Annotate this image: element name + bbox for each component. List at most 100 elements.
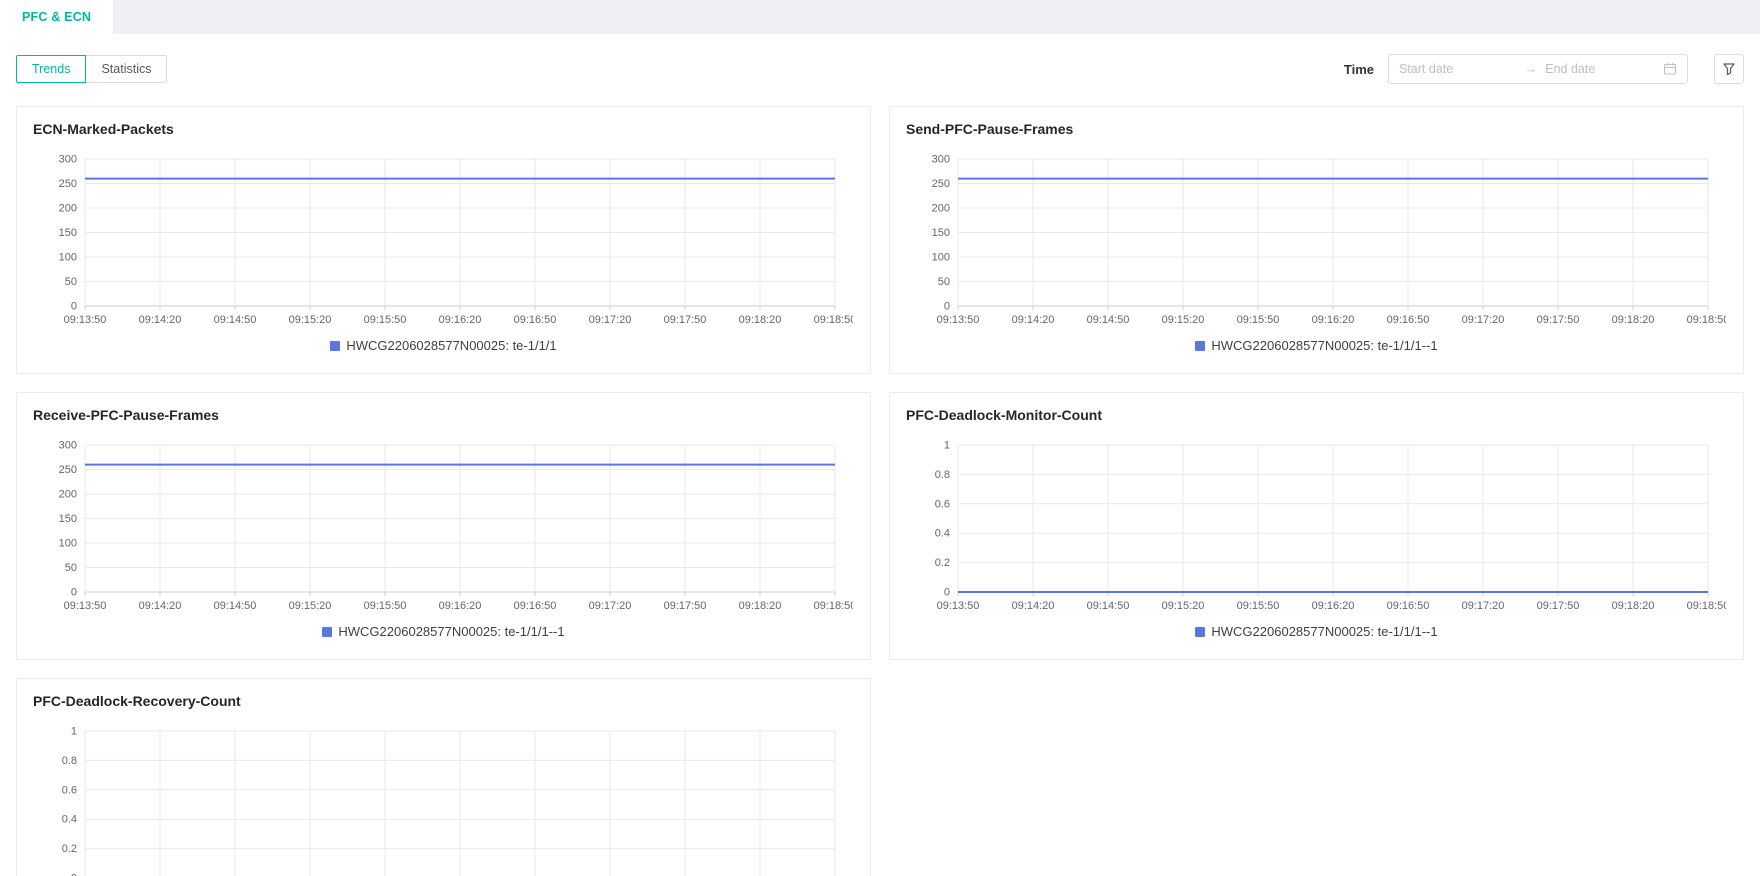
legend-item[interactable]: HWCG2206028577N00025: te-1/1/1--1 (322, 624, 565, 639)
svg-text:0.6: 0.6 (935, 498, 950, 510)
svg-text:300: 300 (59, 440, 77, 452)
trends-button[interactable]: Trends (16, 55, 87, 83)
svg-text:09:15:50: 09:15:50 (1237, 600, 1280, 612)
toolbar: Trends Statistics Time Start date → End … (16, 54, 1744, 84)
svg-text:0.2: 0.2 (935, 557, 950, 569)
legend-swatch-icon (330, 340, 341, 351)
svg-text:09:14:50: 09:14:50 (214, 600, 257, 612)
svg-text:0: 0 (944, 301, 950, 313)
chart-card: Receive-PFC-Pause-Frames 0 50 100 150 200 250… (16, 392, 871, 660)
svg-text:09:14:50: 09:14:50 (1087, 314, 1130, 326)
chart-plot[interactable]: 0 50 100 150 200 250 300 09:13:50 09:14:20 09:14:… (33, 435, 854, 620)
svg-text:09:16:20: 09:16:20 (1312, 600, 1355, 612)
svg-text:0: 0 (944, 587, 950, 599)
chart-legend: HWCG2206028577N00025: te-1/1/1 (33, 338, 854, 353)
svg-text:09:18:20: 09:18:20 (739, 600, 782, 612)
svg-text:200: 200 (59, 489, 77, 501)
statistics-button[interactable]: Statistics (85, 55, 168, 83)
funnel-icon (1723, 63, 1735, 76)
start-date-input[interactable]: Start date (1399, 62, 1517, 76)
svg-text:09:16:20: 09:16:20 (439, 600, 482, 612)
svg-text:09:18:50: 09:18:50 (1687, 600, 1726, 612)
svg-text:09:17:50: 09:17:50 (664, 600, 707, 612)
legend-label: HWCG2206028577N00025: te-1/1/1--1 (1211, 338, 1438, 353)
chart-legend: HWCG2206028577N00025: te-1/1/1--1 (906, 338, 1727, 353)
date-range-picker[interactable]: Start date → End date (1388, 54, 1688, 84)
svg-text:0.8: 0.8 (935, 469, 950, 481)
svg-text:150: 150 (932, 227, 950, 239)
svg-text:09:18:50: 09:18:50 (814, 600, 853, 612)
chart-title: PFC-Deadlock-Recovery-Count (33, 693, 241, 709)
tab-pfc-ecn[interactable]: PFC & ECN (0, 0, 114, 34)
svg-text:09:14:20: 09:14:20 (1012, 600, 1055, 612)
legend-item[interactable]: HWCG2206028577N00025: te-1/1/1--1 (1195, 624, 1438, 639)
filter-button[interactable] (1714, 54, 1744, 84)
svg-text:09:15:50: 09:15:50 (1237, 314, 1280, 326)
svg-text:09:16:50: 09:16:50 (514, 600, 557, 612)
svg-text:250: 250 (59, 178, 77, 190)
svg-text:09:18:50: 09:18:50 (814, 314, 853, 326)
chart-plot[interactable]: 0 50 100 150 200 250 300 09:13:50 09:14:20 09:14:… (906, 149, 1727, 334)
svg-text:1: 1 (944, 440, 950, 452)
svg-text:09:13:50: 09:13:50 (64, 600, 107, 612)
toolbar-right: Time Start date → End date (1344, 54, 1744, 84)
svg-text:09:18:50: 09:18:50 (1687, 314, 1726, 326)
svg-text:09:14:20: 09:14:20 (1012, 314, 1055, 326)
svg-text:250: 250 (932, 178, 950, 190)
svg-text:200: 200 (932, 203, 950, 215)
legend-item[interactable]: HWCG2206028577N00025: te-1/1/1--1 (1195, 338, 1438, 353)
svg-text:09:16:50: 09:16:50 (1387, 600, 1430, 612)
svg-text:09:13:50: 09:13:50 (64, 314, 107, 326)
svg-text:09:15:20: 09:15:20 (1162, 600, 1205, 612)
svg-text:0: 0 (71, 587, 77, 599)
legend-label: HWCG2206028577N00025: te-1/1/1--1 (338, 624, 565, 639)
svg-text:200: 200 (59, 203, 77, 215)
svg-text:09:17:20: 09:17:20 (589, 600, 632, 612)
svg-text:09:17:50: 09:17:50 (1537, 600, 1580, 612)
chart-title: ECN-Marked-Packets (33, 121, 174, 137)
charts-grid: ECN-Marked-Packets 0 50 100 150 200 250 300 09:… (16, 106, 1744, 876)
svg-text:50: 50 (65, 562, 77, 574)
svg-text:0.6: 0.6 (62, 784, 77, 796)
chart-plot[interactable]: 00.20.40.60.8109:13:5009:14:2009:14:5009… (33, 721, 854, 876)
tab-bar: PFC & ECN (0, 0, 1760, 34)
svg-text:09:14:20: 09:14:20 (139, 600, 182, 612)
svg-text:300: 300 (59, 154, 77, 166)
legend-item[interactable]: HWCG2206028577N00025: te-1/1/1 (330, 338, 557, 353)
chart-plot[interactable]: 0 50 100 150 200 250 300 09:13:50 09:14:20 09:14:… (33, 149, 854, 334)
svg-text:250: 250 (59, 464, 77, 476)
chart-title: Receive-PFC-Pause-Frames (33, 407, 219, 423)
svg-text:09:15:50: 09:15:50 (364, 600, 407, 612)
end-date-input[interactable]: End date (1545, 62, 1663, 76)
svg-text:0.4: 0.4 (935, 528, 950, 540)
chart-card: Send-PFC-Pause-Frames 0 50 100 150 200 250 300… (889, 106, 1744, 374)
chart-plot[interactable]: 00.20.40.60.8109:13:5009:14:2009:14:5009… (906, 435, 1727, 620)
svg-text:09:17:20: 09:17:20 (1462, 314, 1505, 326)
svg-text:0.8: 0.8 (62, 755, 77, 767)
svg-text:1: 1 (71, 726, 77, 738)
svg-text:09:15:20: 09:15:20 (289, 600, 332, 612)
svg-text:09:14:50: 09:14:50 (214, 314, 257, 326)
svg-text:09:18:20: 09:18:20 (1612, 314, 1655, 326)
legend-swatch-icon (1195, 626, 1206, 637)
svg-text:09:17:20: 09:17:20 (1462, 600, 1505, 612)
chart-title: Send-PFC-Pause-Frames (906, 121, 1074, 137)
svg-text:0: 0 (71, 873, 77, 876)
svg-text:09:18:20: 09:18:20 (739, 314, 782, 326)
svg-text:50: 50 (65, 276, 77, 288)
svg-text:100: 100 (59, 252, 77, 264)
view-toggle: Trends Statistics (16, 55, 168, 83)
svg-text:50: 50 (938, 276, 950, 288)
svg-text:150: 150 (59, 227, 77, 239)
chart-card: PFC-Deadlock-Recovery-Count 0 0.2 0.4 0.6 0.… (16, 678, 871, 876)
svg-text:100: 100 (59, 538, 77, 550)
svg-text:09:16:50: 09:16:50 (1387, 314, 1430, 326)
svg-text:09:15:20: 09:15:20 (289, 314, 332, 326)
svg-text:09:16:20: 09:16:20 (1312, 314, 1355, 326)
svg-text:150: 150 (59, 513, 77, 525)
calendar-icon (1664, 63, 1676, 75)
svg-text:09:15:20: 09:15:20 (1162, 314, 1205, 326)
svg-text:09:13:50: 09:13:50 (937, 600, 980, 612)
svg-text:0.2: 0.2 (62, 843, 77, 855)
time-label: Time (1343, 61, 1374, 77)
